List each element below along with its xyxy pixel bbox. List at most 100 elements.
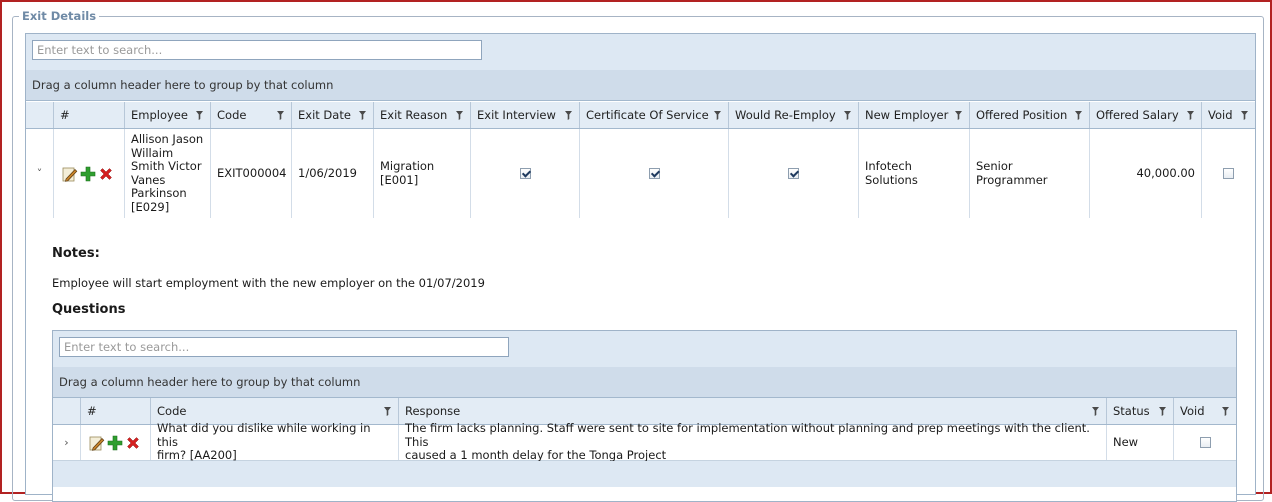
row-command-cell (53, 129, 124, 218)
column-header-expand (26, 102, 53, 128)
column-header-certificate-of-service[interactable]: Certificate Of Service (579, 102, 728, 128)
filter-funnel-icon[interactable] (1241, 111, 1248, 120)
column-header-offered-salary[interactable]: Offered Salary (1089, 102, 1201, 128)
column-header-label: Certificate Of Service (586, 108, 709, 122)
void-cell (1201, 129, 1255, 218)
text-line: What did you dislike while working in th… (157, 421, 371, 449)
chevron-right-icon[interactable]: › (64, 436, 68, 450)
status-value: New (1113, 434, 1139, 449)
group-by-panel[interactable]: Drag a column header here to group by th… (53, 367, 1236, 398)
column-header-code[interactable]: Code (210, 102, 291, 128)
grid-search-bar (53, 331, 1236, 368)
chevron-down-icon[interactable]: ˅ (37, 167, 43, 181)
exit-grid-search-input[interactable] (32, 40, 482, 60)
code-cell: EXIT000004 (210, 129, 291, 218)
red-x-icon[interactable] (125, 435, 141, 451)
certificate-of-service-checkbox[interactable] (648, 168, 660, 179)
green-plus-icon[interactable] (80, 166, 96, 182)
column-header-response[interactable]: Response (398, 398, 1106, 424)
notes-title: Notes: (52, 246, 100, 261)
exit-date-cell: 1/06/2019 (291, 129, 373, 218)
exit-reason-cell: Migration [E001] (373, 129, 470, 218)
filter-funnel-icon[interactable] (714, 111, 721, 120)
column-header-label: # (87, 404, 97, 418)
offered-position-cell: Senior Programmer (969, 129, 1089, 218)
table-row[interactable]: › What did you dislike while working in … (53, 421, 1236, 462)
filter-funnel-icon[interactable] (565, 111, 572, 120)
text-line: Programmer (976, 172, 1048, 187)
column-header-label: Status (1113, 404, 1150, 418)
text-line: Smith Victor (131, 159, 202, 173)
exit-details-legend: Exit Details (22, 9, 97, 23)
notes-text: Employee will start employment with the … (52, 276, 485, 290)
filter-funnel-icon[interactable] (844, 111, 851, 120)
column-header-code[interactable]: Code (150, 398, 398, 424)
column-header-void[interactable]: Void (1201, 102, 1255, 128)
column-header-exit-reason[interactable]: Exit Reason (373, 102, 470, 128)
text-line: Senior (976, 159, 1013, 173)
exit-date-value: 1/06/2019 (298, 165, 357, 180)
text-line: [E001] (380, 172, 419, 187)
filter-funnel-icon[interactable] (277, 111, 284, 120)
column-header-label: Void (1180, 404, 1205, 418)
column-header-commands[interactable]: # (80, 398, 150, 424)
employee-name: Allison Jason Willaim Smith Victor Vanes… (131, 132, 204, 214)
certificate-of-service-cell (579, 129, 728, 218)
column-header-would-re-employ[interactable]: Would Re-Employ (728, 102, 858, 128)
filter-funnel-icon[interactable] (196, 111, 203, 120)
filter-funnel-icon[interactable] (1187, 111, 1194, 120)
grid-footer (53, 461, 1236, 487)
text-line: Vanes (131, 172, 166, 187)
response-cell: The firm lacks planning. Staff were sent… (398, 422, 1106, 462)
filter-funnel-icon[interactable] (1222, 407, 1229, 416)
column-header-employee[interactable]: Employee (124, 102, 210, 128)
would-re-employ-checkbox[interactable] (788, 168, 799, 179)
row-expander-cell[interactable]: › (53, 425, 80, 460)
text-line: Solutions (865, 172, 918, 187)
green-plus-icon[interactable] (107, 435, 123, 451)
column-header-commands[interactable]: # (53, 102, 124, 128)
column-header-label: Code (157, 404, 187, 418)
column-header-label: Exit Date (298, 108, 351, 122)
new-employer-cell: Infotech Solutions (858, 129, 969, 218)
void-checkbox[interactable] (1199, 437, 1211, 448)
offered-salary-value: 40,000.00 (1136, 165, 1195, 180)
table-row[interactable]: ˅ Allison Jason Willaim Smith Victor Van… (26, 129, 1255, 219)
filter-funnel-icon[interactable] (1159, 407, 1166, 416)
column-header-offered-position[interactable]: Offered Position (969, 102, 1089, 128)
text-line: Migration (380, 159, 435, 173)
column-header-status[interactable]: Status (1106, 398, 1173, 424)
pencil-edit-icon[interactable] (62, 166, 78, 182)
row-expander-cell[interactable]: ˅ (26, 129, 53, 218)
text-line: Allison Jason (131, 132, 204, 146)
filter-funnel-icon[interactable] (1092, 407, 1099, 416)
exit-interview-cell (470, 129, 579, 218)
column-header-exit-date[interactable]: Exit Date (291, 102, 373, 128)
exit-grid-header-row: # Employee Code Exit Date Exit Reason Ex… (26, 102, 1255, 129)
questions-search-input[interactable] (59, 337, 509, 357)
column-header-label: Response (405, 404, 461, 418)
filter-funnel-icon[interactable] (384, 407, 391, 416)
pencil-edit-icon[interactable] (89, 435, 105, 451)
filter-funnel-icon[interactable] (456, 111, 463, 120)
column-header-label: Employee (131, 108, 188, 122)
filter-funnel-icon[interactable] (1075, 111, 1082, 120)
group-by-panel[interactable]: Drag a column header here to group by th… (26, 70, 1255, 101)
filter-funnel-icon[interactable] (955, 111, 962, 120)
column-header-void[interactable]: Void (1173, 398, 1236, 424)
red-x-icon[interactable] (98, 166, 114, 182)
filter-funnel-icon[interactable] (359, 111, 366, 120)
code-value: EXIT000004 (217, 165, 287, 180)
column-header-new-employer[interactable]: New Employer (858, 102, 969, 128)
column-header-label: # (60, 108, 70, 122)
column-header-label: Exit Reason (380, 108, 448, 122)
column-header-label: Would Re-Employ (735, 108, 836, 122)
column-header-label: Offered Position (976, 108, 1068, 122)
void-checkbox[interactable] (1223, 168, 1234, 179)
questions-title: Questions (52, 302, 126, 317)
exit-interview-checkbox[interactable] (519, 168, 531, 179)
column-header-label: Exit Interview (477, 108, 556, 122)
column-header-exit-interview[interactable]: Exit Interview (470, 102, 579, 128)
column-header-label: Offered Salary (1096, 108, 1179, 122)
question-code-cell: What did you dislike while working in th… (150, 421, 398, 462)
